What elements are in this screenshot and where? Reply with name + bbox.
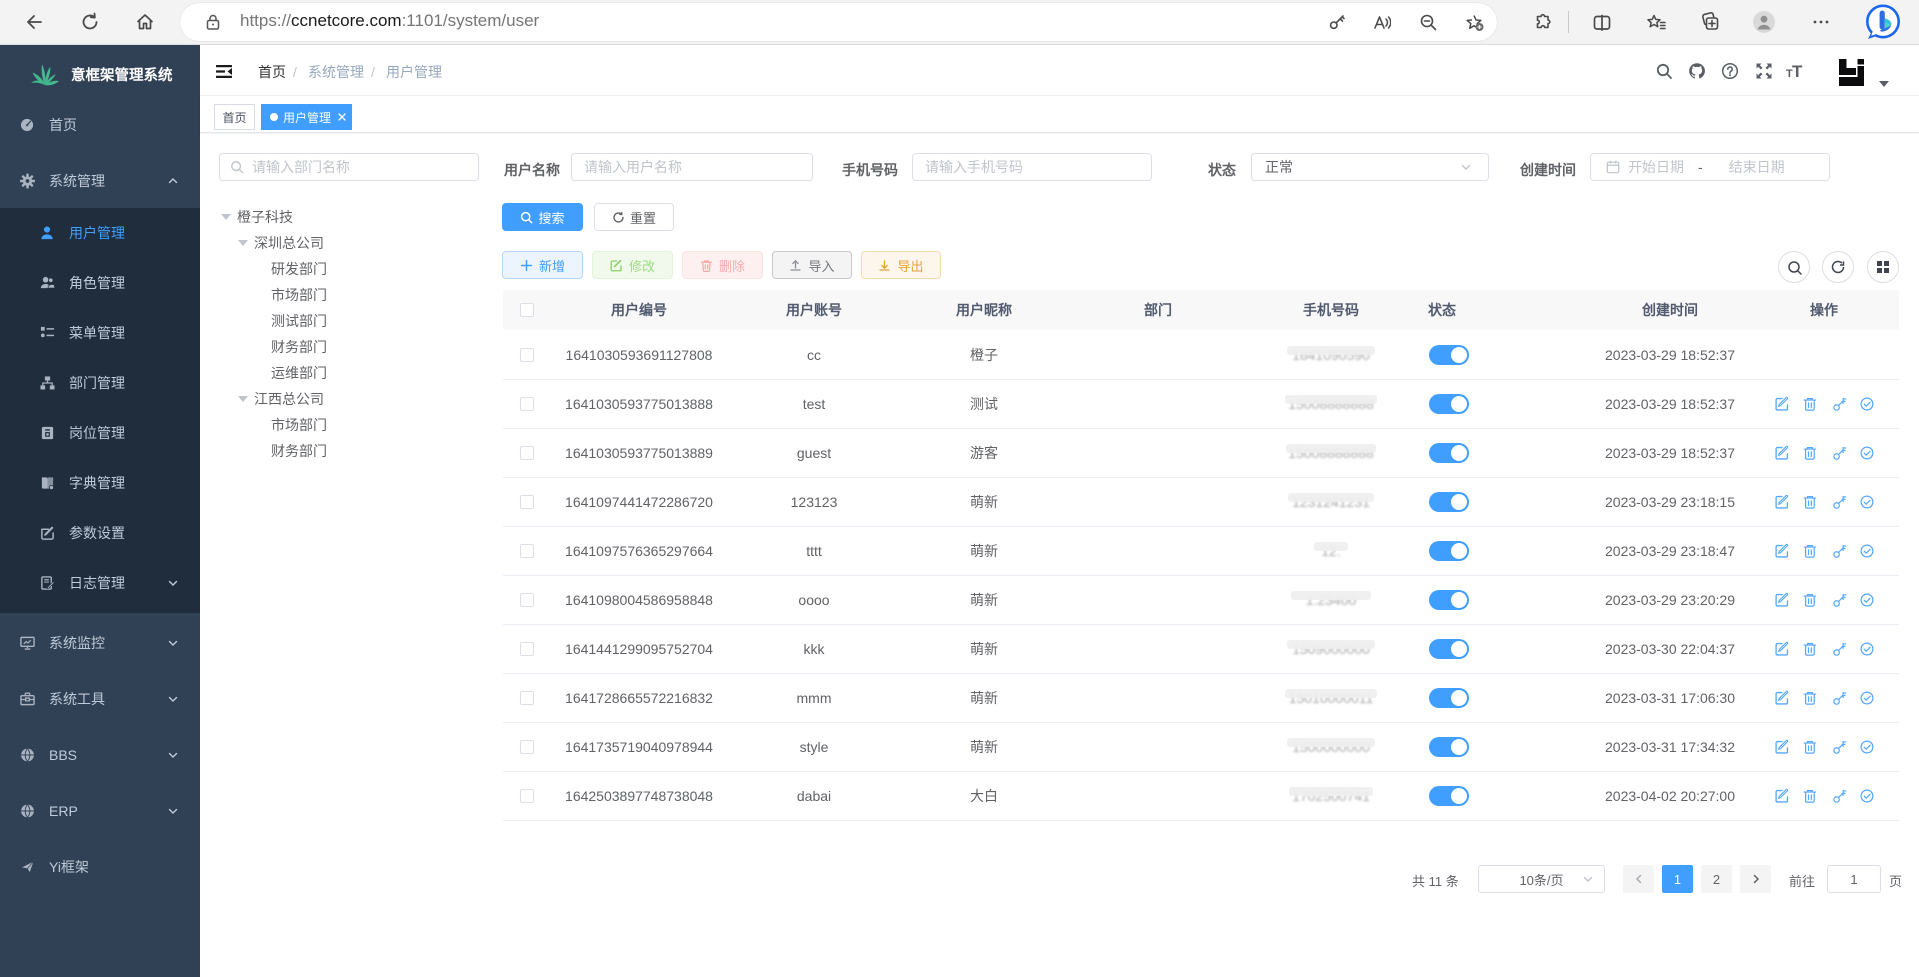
- svg-text:T: T: [1792, 62, 1803, 80]
